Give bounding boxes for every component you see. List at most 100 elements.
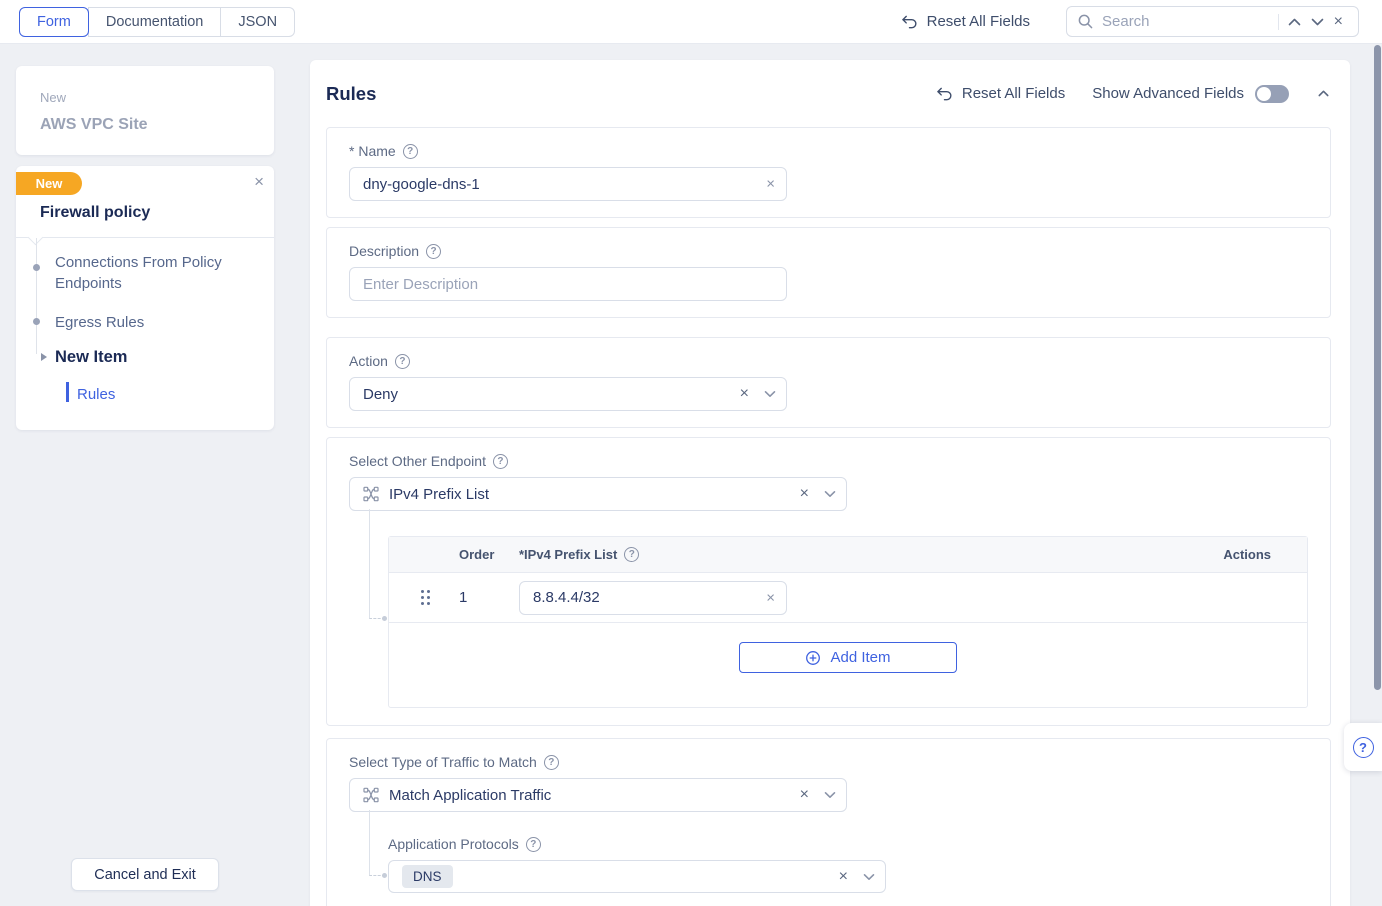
- endpoint-select[interactable]: IPv4 Prefix List ×: [349, 477, 847, 511]
- add-item-area: Add Item: [389, 623, 1307, 707]
- policy-close-button[interactable]: ×: [254, 173, 264, 190]
- description-field-box: Description ?: [326, 227, 1331, 318]
- reset-all-fields-button[interactable]: Reset All Fields: [901, 13, 1030, 30]
- search-box: ×: [1066, 6, 1359, 37]
- search-icon: [1077, 13, 1094, 30]
- action-select[interactable]: Deny ×: [349, 377, 787, 411]
- search-close-button[interactable]: ×: [1329, 11, 1348, 33]
- search-prev-button[interactable]: [1283, 15, 1306, 29]
- help-icon[interactable]: ?: [493, 454, 508, 469]
- tree-bullet-icon: [33, 318, 40, 325]
- main-panel: Rules Reset All Fields Show Advanced Fie…: [310, 60, 1350, 906]
- advanced-fields-label: Show Advanced Fields: [1092, 85, 1244, 102]
- prefix-input-wrap: ×: [519, 581, 787, 615]
- advanced-fields-toggle[interactable]: [1255, 85, 1289, 103]
- app-protocols-group: Application Protocols ? DNS ×: [388, 836, 1308, 893]
- endpoint-field-box: Select Other Endpoint ? IPv4 Prefix List…: [326, 437, 1331, 726]
- help-icon[interactable]: ?: [544, 755, 559, 770]
- action-field-box: Action ? Deny ×: [326, 337, 1331, 428]
- app-protocols-label: Application Protocols: [388, 836, 519, 852]
- name-field-box: * Name ? ×: [326, 127, 1331, 218]
- help-icon[interactable]: ?: [403, 144, 418, 159]
- plus-circle-icon: [805, 650, 821, 666]
- add-item-label: Add Item: [830, 649, 890, 666]
- chevron-down-icon[interactable]: [863, 873, 875, 881]
- cancel-area: Cancel and Exit: [16, 858, 274, 891]
- help-fab-button[interactable]: ?: [1344, 723, 1382, 771]
- chevron-down-icon[interactable]: [824, 490, 836, 498]
- tree-item-rules[interactable]: Rules: [77, 384, 115, 405]
- close-icon: ×: [839, 869, 848, 885]
- policy-card-title: Firewall policy: [40, 204, 150, 222]
- collapse-section-button[interactable]: [1316, 88, 1331, 99]
- search-divider: [1278, 14, 1279, 30]
- help-icon[interactable]: ?: [426, 244, 441, 259]
- help-icon[interactable]: ?: [526, 837, 541, 852]
- clear-name-button[interactable]: ×: [764, 175, 777, 194]
- drag-handle-icon[interactable]: [421, 590, 430, 605]
- description-input[interactable]: [349, 267, 787, 301]
- traffic-field-box: Select Type of Traffic to Match ? Match …: [326, 738, 1331, 906]
- undo-icon: [936, 87, 953, 101]
- chevron-up-icon: [1318, 90, 1329, 97]
- dns-tag[interactable]: DNS: [402, 865, 453, 888]
- description-input-wrap: [349, 267, 787, 301]
- action-label: Action: [349, 353, 388, 369]
- help-icon[interactable]: ?: [395, 354, 410, 369]
- chevron-down-icon: [1311, 18, 1324, 26]
- reset-all-fields-button[interactable]: Reset All Fields: [936, 85, 1065, 102]
- tab-json[interactable]: JSON: [220, 7, 295, 37]
- tree-connector: [369, 509, 385, 619]
- action-clear-button[interactable]: ×: [735, 383, 754, 405]
- tree-item-connections[interactable]: Connections From Policy Endpoints: [55, 252, 240, 294]
- reset-all-fields-label: Reset All Fields: [962, 85, 1065, 102]
- chevron-down-icon[interactable]: [824, 791, 836, 799]
- name-input[interactable]: [349, 167, 787, 201]
- endpoint-clear-button[interactable]: ×: [795, 483, 814, 505]
- active-indicator: [66, 382, 69, 402]
- actions-column-header: Actions: [1187, 547, 1307, 562]
- tree-arrow-icon: [41, 353, 47, 361]
- order-column-header: Order: [459, 547, 519, 562]
- undo-icon: [901, 15, 918, 29]
- rules-header: Rules Reset All Fields Show Advanced Fie…: [326, 60, 1331, 127]
- cancel-and-exit-button[interactable]: Cancel and Exit: [71, 858, 219, 891]
- close-icon: ×: [800, 486, 809, 502]
- policy-card: New × Firewall policy Connections From P…: [16, 166, 274, 430]
- close-icon: ×: [254, 172, 264, 191]
- app-protocols-clear-button[interactable]: ×: [834, 866, 853, 888]
- help-icon[interactable]: ?: [624, 547, 639, 562]
- prefix-column-header: *IPv4 Prefix List: [519, 547, 617, 562]
- scrollbar-thumb[interactable]: [1374, 45, 1381, 690]
- rules-header-actions: Reset All Fields Show Advanced Fields: [936, 85, 1331, 103]
- prefix-table-header: Order *IPv4 Prefix List ? Actions: [389, 537, 1307, 573]
- search-input[interactable]: [1102, 13, 1276, 30]
- endpoint-label: Select Other Endpoint: [349, 453, 486, 469]
- traffic-clear-button[interactable]: ×: [795, 784, 814, 806]
- description-label: Description: [349, 243, 419, 259]
- site-card-title: AWS VPC Site: [40, 116, 250, 134]
- site-card-eyebrow: New: [40, 90, 250, 105]
- close-icon: ×: [766, 176, 775, 193]
- tab-form[interactable]: Form: [19, 7, 89, 37]
- add-item-button[interactable]: Add Item: [739, 642, 957, 673]
- top-toolbar: Form Documentation JSON Reset All Fields…: [0, 0, 1382, 44]
- one-of-icon: [363, 486, 379, 502]
- tree-item-egress-rules[interactable]: Egress Rules: [55, 312, 144, 333]
- tree-item-new-item[interactable]: New Item: [55, 347, 127, 368]
- action-select-value: Deny: [363, 386, 398, 403]
- prefix-input[interactable]: [519, 581, 787, 615]
- chevron-down-icon[interactable]: [764, 390, 776, 398]
- tab-documentation[interactable]: Documentation: [88, 7, 222, 37]
- search-next-button[interactable]: [1306, 15, 1329, 29]
- new-badge: New: [16, 172, 82, 195]
- prefix-table: Order *IPv4 Prefix List ? Actions 1: [388, 536, 1308, 708]
- close-icon: ×: [800, 787, 809, 803]
- tree-connector: [369, 810, 385, 876]
- table-row: 1 ×: [389, 573, 1307, 623]
- close-icon: ×: [1334, 14, 1343, 30]
- clear-prefix-button[interactable]: ×: [764, 588, 777, 607]
- traffic-select[interactable]: Match Application Traffic ×: [349, 778, 847, 812]
- page-title: Rules: [326, 83, 376, 105]
- app-protocols-select[interactable]: DNS ×: [388, 860, 886, 893]
